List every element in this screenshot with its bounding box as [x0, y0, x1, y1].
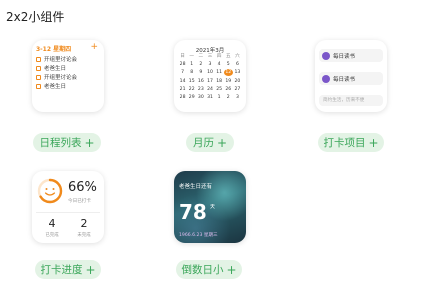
countdown-widget-preview[interactable]: 老爸生日还有 78 天 1966.6.23 星期三 [174, 171, 246, 243]
add-checkin-widget-button[interactable]: 打卡项目 + [318, 133, 384, 152]
progress-ring-icon [37, 178, 63, 204]
countdown-unit: 天 [210, 204, 216, 210]
calendar-day: 13 [234, 70, 241, 76]
calendar-day: 18 [216, 78, 223, 84]
calendar-day: 1 [190, 62, 194, 68]
calendar-day: 23 [197, 86, 204, 92]
calendar-day: 10 [207, 70, 213, 76]
calendar-day: 9 [199, 70, 203, 76]
calendar-day: 6 [235, 62, 239, 68]
add-calendar-widget-button[interactable]: 月历 + [186, 133, 234, 152]
weekday-label: 五 [225, 54, 231, 59]
add-schedule-widget-button[interactable]: 日程列表 + [33, 133, 101, 152]
weekday-label: 二 [198, 54, 204, 59]
calendar-day: 24 [207, 86, 213, 92]
page-title: 2x2小组件 [6, 10, 65, 24]
plus-icon: + [368, 135, 379, 150]
checkbox-icon [36, 74, 41, 80]
countdown-days: 78 [179, 200, 207, 224]
calendar-day: 16 [197, 78, 204, 84]
add-progress-widget-button[interactable]: 打卡进度 + [35, 260, 101, 279]
plus-icon: + [226, 262, 237, 277]
progress-percent: 66% [68, 180, 97, 195]
calendar-day: 25 [216, 86, 223, 92]
weekday-label: 六 [235, 54, 240, 59]
divider [36, 212, 100, 213]
calendar-day: 31 [207, 94, 213, 100]
schedule-date-header: 3-12 星期四 [36, 46, 72, 53]
book-icon [322, 51, 330, 60]
weekday-label: 一 [189, 54, 195, 59]
calendar-day: 19 [225, 78, 232, 84]
add-countdown-widget-button[interactable]: 倒数日小 + [176, 260, 242, 279]
calendar-day: 3 [235, 94, 239, 100]
countdown-event: 老爸生日还有 [179, 184, 213, 190]
task-item: 老爸生日 [36, 64, 66, 72]
weekday-label: 四 [216, 54, 222, 59]
task-item: 开组里讨论会 [36, 73, 77, 81]
progress-widget-preview[interactable]: 66% 今日已打卡 4 已完成 2 未完成 [32, 171, 104, 243]
calendar-day: 21 [179, 86, 186, 92]
weekday-label: 日 [180, 54, 185, 59]
plus-icon: + [84, 135, 95, 150]
checkin-item: 每日读书 [319, 49, 383, 62]
calendar-day: 1 [217, 94, 221, 100]
checkbox-icon [36, 83, 41, 89]
calendar-day: 22 [188, 86, 195, 92]
calendar-day: 5 [226, 62, 230, 68]
incomplete-stat: 2 未完成 [77, 217, 91, 238]
completed-stat: 4 已完成 [45, 217, 59, 238]
calendar-day: 28 [179, 62, 186, 68]
calendar-day: 30 [197, 94, 204, 100]
calendar-day: 12 [223, 69, 233, 77]
calendar-grid: 日一二三四五六 28 1 2 3 4 5 6 7 8 9 10 11 12 13 14 15 16 17 18 19 20… [178, 53, 242, 101]
progress-caption: 今日已打卡 [68, 199, 91, 204]
calendar-day: 28 [179, 94, 186, 100]
calendar-day: 17 [207, 78, 213, 84]
calendar-day: 11 [216, 70, 223, 76]
plus-icon: + [216, 135, 228, 150]
calendar-day: 26 [225, 86, 232, 92]
checkbox-icon [36, 65, 41, 71]
checkbox-icon [36, 56, 41, 62]
motto-text: 简约生活，历来不便 [319, 95, 383, 106]
plus-icon: + [85, 262, 96, 277]
task-item: 老爸生日 [36, 82, 66, 90]
book-icon [322, 74, 330, 83]
calendar-day: 2 [199, 62, 203, 68]
weekday-label: 三 [207, 54, 213, 59]
checkin-widget-preview[interactable]: 每日读书 每日读书 简约生活，历来不便 [315, 40, 387, 112]
calendar-day: 20 [234, 78, 241, 84]
calendar-day: 4 [217, 62, 221, 68]
calendar-day: 27 [234, 86, 241, 92]
calendar-day: 2 [226, 94, 230, 100]
add-icon: + [90, 42, 98, 52]
schedule-widget-preview[interactable]: 3-12 星期四 + 开组里讨论会 老爸生日 开组里讨论会 老爸生日 [32, 40, 104, 112]
checkin-item: 每日读书 [319, 72, 383, 85]
calendar-day: 15 [188, 78, 195, 84]
calendar-day: 7 [181, 70, 185, 76]
calendar-day: 14 [179, 78, 186, 84]
countdown-date: 1966.6.23 星期三 [179, 233, 218, 238]
calendar-widget-preview[interactable]: 2021年3月 日一二三四五六 28 1 2 3 4 5 6 7 8 9 10 11 12 13 14 15 16… [174, 40, 246, 112]
calendar-day: 8 [190, 70, 194, 76]
calendar-day: 3 [208, 62, 212, 68]
task-item: 开组里讨论会 [36, 55, 77, 63]
calendar-day: 29 [188, 94, 195, 100]
